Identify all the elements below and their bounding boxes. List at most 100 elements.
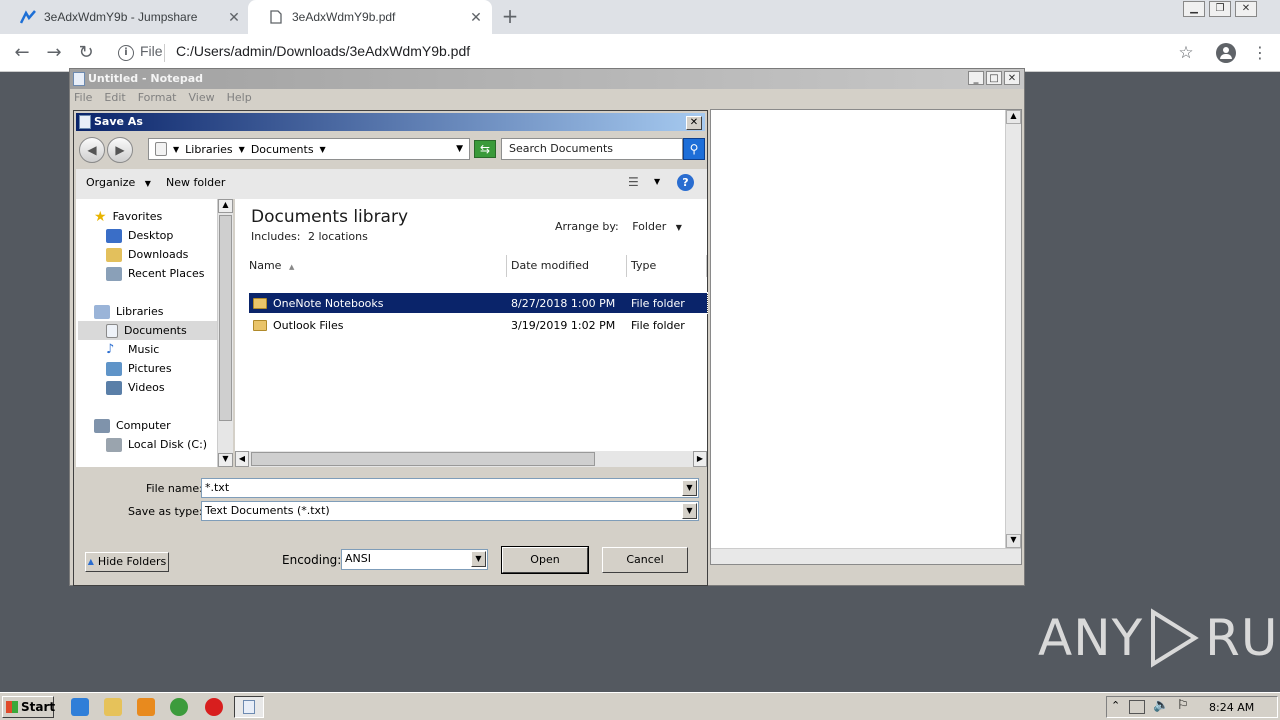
scroll-up-icon[interactable]: ▲ bbox=[1006, 110, 1021, 124]
save-type-value: Text Documents (*.txt) bbox=[205, 504, 330, 517]
address-bar[interactable]: C:/Users/admin/Downloads/3eAdxWdmY9b.pdf bbox=[176, 43, 470, 59]
scroll-up-icon[interactable]: ▲ bbox=[218, 199, 233, 213]
new-folder-button[interactable]: New folder bbox=[166, 176, 225, 189]
chevron-down-icon[interactable]: ▼ bbox=[676, 223, 682, 232]
notepad-icon bbox=[79, 115, 91, 129]
nav-recent-places[interactable]: Recent Places bbox=[94, 264, 214, 283]
breadcrumb-documents[interactable]: Documents bbox=[251, 143, 314, 156]
hide-folders-button[interactable]: ▲ Hide Folders bbox=[85, 552, 169, 572]
forward-arrow-icon[interactable]: → bbox=[42, 42, 66, 64]
chevron-down-icon[interactable]: ▼ bbox=[173, 145, 179, 154]
maximize-icon[interactable]: □ bbox=[986, 71, 1002, 85]
back-arrow-icon[interactable]: ◀ bbox=[79, 137, 105, 163]
close-window-icon[interactable]: ✕ bbox=[1235, 1, 1257, 17]
arrange-value[interactable]: Folder bbox=[632, 220, 666, 233]
close-tab-icon[interactable]: ✕ bbox=[468, 9, 484, 25]
volume-icon[interactable]: 🔈 bbox=[1153, 698, 1169, 713]
notepad-taskbar-button[interactable] bbox=[234, 696, 264, 718]
nav-pictures[interactable]: Pictures bbox=[94, 359, 214, 378]
chevron-down-icon[interactable]: ▼ bbox=[682, 503, 697, 519]
nav-computer[interactable]: Computer bbox=[94, 416, 214, 435]
column-header-date[interactable]: Date modified bbox=[507, 255, 627, 277]
menu-dots-icon[interactable]: ⋮ bbox=[1248, 42, 1272, 64]
nav-music[interactable]: ♪ Music bbox=[94, 340, 214, 359]
close-window-icon[interactable]: ✕ bbox=[1004, 71, 1020, 85]
menu-help[interactable]: Help bbox=[227, 91, 252, 107]
explorer-folder-icon[interactable] bbox=[104, 698, 122, 716]
scroll-thumb[interactable] bbox=[251, 452, 595, 466]
horizontal-scrollbar[interactable] bbox=[711, 548, 1021, 564]
info-icon[interactable]: i bbox=[118, 45, 134, 61]
chrome-icon[interactable] bbox=[170, 698, 188, 716]
close-tab-icon[interactable]: ✕ bbox=[226, 9, 242, 25]
help-icon[interactable]: ? bbox=[677, 174, 694, 191]
restore-icon[interactable]: ❐ bbox=[1209, 1, 1231, 17]
chevron-down-icon[interactable]: ▼ bbox=[320, 145, 326, 154]
minimize-icon[interactable]: ▁ bbox=[1183, 1, 1205, 17]
nav-libraries[interactable]: Libraries bbox=[94, 302, 214, 321]
clock[interactable]: 8:24 AM bbox=[1209, 701, 1254, 714]
save-type-select[interactable]: Text Documents (*.txt) ▼ bbox=[201, 501, 699, 521]
horizontal-scrollbar[interactable]: ◀ ▶ bbox=[235, 451, 707, 467]
flag-icon[interactable]: ⚐ bbox=[1177, 698, 1189, 713]
chevron-down-icon[interactable]: ▼ bbox=[239, 145, 245, 154]
start-button[interactable]: Start bbox=[2, 696, 55, 718]
address-dropdown-icon[interactable]: ▼ bbox=[456, 144, 463, 154]
breadcrumb-libraries[interactable]: Libraries bbox=[185, 143, 233, 156]
menu-view[interactable]: View bbox=[189, 91, 215, 107]
nav-videos[interactable]: Videos bbox=[94, 378, 214, 397]
search-input[interactable]: Search Documents bbox=[501, 138, 683, 160]
column-header-name[interactable]: Name ▲ bbox=[235, 255, 507, 277]
scroll-down-icon[interactable]: ▼ bbox=[1006, 534, 1021, 548]
column-header-type[interactable]: Type bbox=[627, 255, 707, 277]
breadcrumb[interactable]: ▼ Libraries ▼ Documents ▼ ▼ bbox=[148, 138, 470, 160]
network-icon[interactable] bbox=[1129, 700, 1145, 714]
scroll-left-icon[interactable]: ◀ bbox=[235, 451, 249, 467]
reload-icon[interactable]: ↻ bbox=[74, 42, 98, 64]
star-icon[interactable]: ☆ bbox=[1174, 42, 1198, 64]
chevron-down-icon[interactable]: ▼ bbox=[471, 551, 486, 567]
browser-tab-pdf[interactable]: 3eAdxWdmY9b.pdf ✕ bbox=[248, 0, 492, 34]
account-icon[interactable] bbox=[1216, 43, 1236, 63]
chevron-down-icon[interactable]: ▼ bbox=[654, 177, 660, 186]
close-icon[interactable]: ✕ bbox=[686, 116, 702, 130]
tray-expand-icon[interactable]: ⌃ bbox=[1111, 699, 1120, 712]
internet-explorer-icon[interactable] bbox=[71, 698, 89, 716]
chevron-down-icon[interactable]: ▼ bbox=[682, 480, 697, 496]
menu-edit[interactable]: Edit bbox=[104, 91, 125, 107]
nav-scrollbar[interactable]: ▲ ▼ bbox=[217, 199, 233, 467]
encoding-select[interactable]: ANSI ▼ bbox=[341, 549, 488, 570]
nav-favorites[interactable]: ★ Favorites bbox=[94, 207, 214, 226]
scroll-down-icon[interactable]: ▼ bbox=[218, 453, 233, 467]
organize-button[interactable]: Organize ▼ bbox=[86, 176, 151, 189]
menu-format[interactable]: Format bbox=[138, 91, 177, 107]
browser-tab-jumpshare[interactable]: 3eAdxWdmY9b - Jumpshare ✕ bbox=[0, 0, 250, 34]
vertical-scrollbar[interactable]: ▲ ▼ bbox=[1005, 110, 1021, 548]
nav-local-disk[interactable]: Local Disk (C:) bbox=[94, 435, 214, 454]
refresh-icon[interactable]: ⇆ bbox=[474, 140, 496, 158]
media-player-icon[interactable] bbox=[137, 698, 155, 716]
save-as-titlebar[interactable]: Save As ✕ bbox=[76, 113, 705, 131]
opera-icon[interactable] bbox=[205, 698, 223, 716]
view-options-icon[interactable]: ☰ bbox=[628, 175, 644, 191]
open-button[interactable]: Open bbox=[501, 546, 589, 574]
minimize-icon[interactable]: _ bbox=[968, 71, 984, 85]
scroll-right-icon[interactable]: ▶ bbox=[693, 451, 707, 467]
cancel-button[interactable]: Cancel bbox=[602, 547, 688, 573]
forward-arrow-icon[interactable]: ▶ bbox=[107, 137, 133, 163]
table-row[interactable]: Outlook Files 3/19/2019 1:02 PM File fol… bbox=[249, 315, 707, 335]
scroll-thumb[interactable] bbox=[219, 215, 232, 421]
menu-file[interactable]: File bbox=[74, 91, 92, 107]
nav-desktop[interactable]: Desktop bbox=[94, 226, 214, 245]
table-row[interactable]: OneNote Notebooks 8/27/2018 1:00 PM File… bbox=[248, 292, 708, 314]
new-tab-icon[interactable]: + bbox=[498, 5, 522, 29]
nav-documents[interactable]: Documents bbox=[78, 321, 218, 340]
search-icon[interactable]: ⚲ bbox=[683, 138, 705, 160]
locations-link[interactable]: 2 locations bbox=[308, 230, 368, 243]
nav-downloads[interactable]: Downloads bbox=[94, 245, 214, 264]
back-arrow-icon[interactable]: ← bbox=[10, 42, 34, 64]
file-name-field[interactable]: *.txt ▼ bbox=[201, 478, 699, 498]
notepad-titlebar[interactable]: Untitled - Notepad _ □ ✕ bbox=[70, 69, 1024, 89]
notepad-text-area[interactable]: ▲ ▼ bbox=[710, 109, 1022, 565]
watermark-text-right: RUN bbox=[1205, 609, 1280, 667]
